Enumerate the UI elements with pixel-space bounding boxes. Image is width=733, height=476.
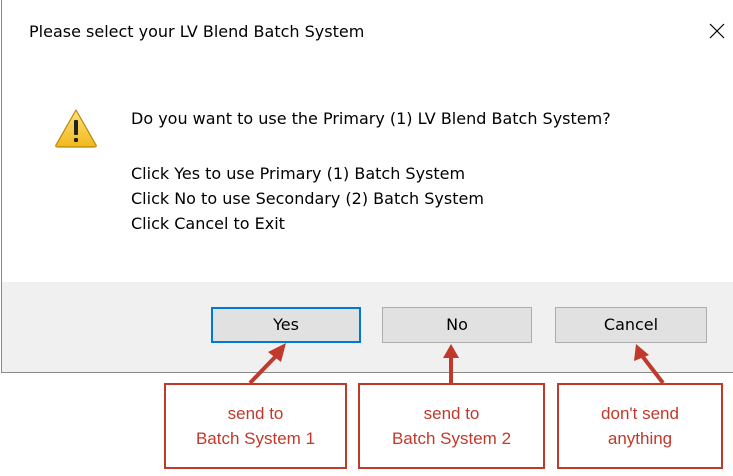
instruction-no: Click No to use Secondary (2) Batch Syst… bbox=[131, 189, 484, 208]
warning-icon bbox=[55, 109, 97, 148]
message-dialog: Please select your LV Blend Batch System… bbox=[1, 0, 733, 373]
button-bar: Yes No Cancel bbox=[2, 282, 733, 372]
annotation-no-line1: send to bbox=[423, 404, 480, 423]
annotation-no: send to Batch System 2 bbox=[358, 383, 545, 469]
annotation-cancel: don't send anything bbox=[557, 383, 723, 469]
dialog-question: Do you want to use the Primary (1) LV Bl… bbox=[131, 109, 611, 128]
instruction-yes: Click Yes to use Primary (1) Batch Syste… bbox=[131, 164, 466, 183]
annotation-yes-line1: send to bbox=[227, 404, 284, 423]
annotation-no-line2: Batch System 2 bbox=[391, 429, 512, 448]
annotation-yes: send to Batch System 1 bbox=[164, 383, 347, 469]
no-button[interactable]: No bbox=[382, 307, 532, 343]
close-icon bbox=[709, 23, 725, 39]
cancel-button[interactable]: Cancel bbox=[555, 307, 707, 343]
yes-button[interactable]: Yes bbox=[211, 307, 361, 343]
annotation-cancel-line1: don't send bbox=[601, 404, 679, 423]
title-bar: Please select your LV Blend Batch System bbox=[2, 0, 733, 66]
annotation-yes-line2: Batch System 1 bbox=[195, 429, 316, 448]
annotation-cancel-line2: anything bbox=[607, 429, 673, 448]
dialog-content: Do you want to use the Primary (1) LV Bl… bbox=[2, 66, 733, 282]
close-button[interactable] bbox=[702, 16, 732, 46]
instruction-cancel: Click Cancel to Exit bbox=[131, 214, 285, 233]
dialog-title: Please select your LV Blend Batch System bbox=[29, 22, 365, 41]
